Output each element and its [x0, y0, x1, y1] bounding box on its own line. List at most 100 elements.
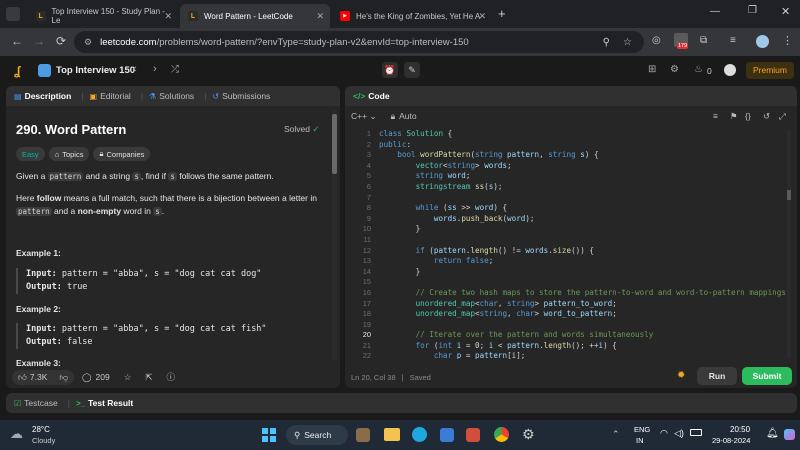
code-line[interactable]: [379, 235, 785, 246]
user-avatar[interactable]: [724, 64, 736, 76]
submit-button[interactable]: Submit: [742, 367, 792, 385]
tab-testcase[interactable]: ☑ Testcase: [14, 398, 58, 408]
code-line[interactable]: public:: [379, 140, 785, 151]
browser-tab-study-plan[interactable]: L Top Interview 150 - Study Plan - Le ✕: [28, 4, 178, 28]
address-bar[interactable]: ⚙ leetcode.com/problems/word-pattern/?en…: [74, 31, 644, 53]
minimize-window-button[interactable]: —: [710, 6, 720, 17]
tab-solutions[interactable]: ⚗ Solutions: [149, 91, 194, 101]
clock-time[interactable]: 20:50: [730, 425, 750, 434]
code-line[interactable]: if (pattern.length() != words.size()) {: [379, 246, 785, 257]
code-line[interactable]: for (int i = 0; i < pattern.length(); ++…: [379, 341, 785, 352]
debug-bug-icon[interactable]: ✹: [677, 370, 685, 381]
back-arrow-icon[interactable]: ←: [6, 34, 28, 48]
restore-window-button[interactable]: ❐: [748, 5, 757, 16]
premium-button[interactable]: Premium: [746, 62, 794, 79]
code-line[interactable]: [379, 193, 785, 204]
close-tab-icon[interactable]: ✕: [164, 11, 172, 22]
code-line[interactable]: words.push_back(word);: [379, 214, 785, 225]
taskbar-search[interactable]: ⚲ Search: [286, 425, 348, 445]
code-line[interactable]: string word;: [379, 171, 785, 182]
extension-incognito-icon[interactable]: ◎: [652, 35, 661, 46]
tab-editorial[interactable]: ▣ Editorial: [90, 91, 131, 101]
code-line[interactable]: while (ss >> word) {: [379, 203, 785, 214]
store-icon[interactable]: [440, 428, 454, 442]
browser-menu-icon[interactable]: ⋮: [782, 34, 793, 47]
shuffle-icon[interactable]: ⤮: [171, 64, 179, 75]
dislike-button[interactable]: 👎︎: [53, 369, 75, 385]
bookmark-star-icon[interactable]: ☆: [623, 37, 632, 48]
layout-grid-icon[interactable]: ⊞: [648, 64, 656, 75]
code-line[interactable]: }: [379, 267, 785, 278]
taskbar-app-icon[interactable]: [356, 428, 370, 442]
format-code-icon[interactable]: ≡: [713, 111, 718, 121]
code-content[interactable]: class Solution {public: bool wordPattern…: [371, 129, 785, 359]
companies-button[interactable]: 🔒︎ Companies: [93, 147, 151, 161]
chrome-icon[interactable]: [494, 427, 509, 442]
profile-avatar[interactable]: [756, 35, 769, 48]
wifi-icon[interactable]: ◠: [660, 428, 668, 439]
description-scrollbar[interactable]: [332, 110, 337, 360]
code-line[interactable]: unordered_map<char, string> pattern_to_w…: [379, 299, 785, 310]
browser-tab-youtube[interactable]: ▶ He's the King of Zombies, Yet He A ✕: [332, 4, 492, 28]
braces-icon[interactable]: {}: [745, 111, 751, 121]
browser-tab-word-pattern[interactable]: L Word Pattern - LeetCode ✕: [180, 4, 330, 28]
timer-button[interactable]: ⏰: [382, 62, 398, 78]
comments-button[interactable]: ◯ 209: [82, 372, 110, 383]
code-line[interactable]: char p = pattern[i];: [379, 351, 785, 359]
bookmark-icon[interactable]: ⚑: [730, 111, 738, 122]
settings-gear-icon[interactable]: ⚙: [522, 426, 535, 443]
leetcode-logo-icon[interactable]: ʆ: [14, 64, 20, 78]
notes-button[interactable]: ✎: [404, 62, 420, 78]
windows-start-icon[interactable]: [262, 428, 276, 442]
favorite-star-icon[interactable]: ☆: [124, 372, 132, 383]
input-language[interactable]: ENG: [634, 425, 650, 434]
close-tab-icon[interactable]: ✕: [478, 11, 486, 22]
fullscreen-icon[interactable]: ⤢: [779, 111, 786, 122]
auto-mode-label[interactable]: Auto: [399, 111, 417, 121]
settings-gear-icon[interactable]: ⚙: [670, 64, 679, 75]
copilot-icon[interactable]: [784, 429, 795, 440]
code-line[interactable]: // Create two hash maps to store the pat…: [379, 288, 785, 299]
reset-code-icon[interactable]: ↺: [763, 111, 770, 122]
editor-scrollbar[interactable]: [787, 130, 791, 358]
next-problem-icon[interactable]: ›: [153, 63, 157, 75]
code-line[interactable]: bool wordPattern(string pattern, string …: [379, 150, 785, 161]
notification-bell-icon[interactable]: 🔔︎: [766, 428, 779, 439]
show-hidden-icons-chevron[interactable]: ⌃: [612, 429, 620, 440]
weather-cloud-icon[interactable]: ☁: [10, 426, 23, 442]
volume-icon[interactable]: ◁): [674, 428, 684, 439]
new-tab-button[interactable]: +: [498, 6, 506, 21]
close-tab-icon[interactable]: ✕: [316, 11, 324, 22]
code-line[interactable]: stringstream ss(s);: [379, 182, 785, 193]
edge-browser-icon[interactable]: [412, 427, 427, 442]
study-plan-title[interactable]: Top Interview 150: [56, 65, 135, 76]
code-editor[interactable]: 1 2 3 4 5 6 7 8 9 10 11 12 13 14 15 16 17 18 19 20 21 22 clas…: [345, 129, 785, 359]
reload-icon[interactable]: ⟳: [50, 34, 72, 48]
media-controls-icon[interactable]: ≡: [730, 35, 736, 46]
share-icon[interactable]: ⇱: [145, 372, 152, 383]
taskbar-app-icon[interactable]: [466, 428, 480, 442]
prev-problem-icon[interactable]: ‹: [133, 63, 137, 75]
tab-test-result[interactable]: >_ Test Result: [76, 398, 133, 408]
run-button[interactable]: Run: [697, 367, 737, 385]
streak-fire-icon[interactable]: ♨: [694, 64, 703, 75]
like-button[interactable]: 👍︎ 7.3K: [12, 369, 54, 385]
code-line[interactable]: }: [379, 224, 785, 235]
code-line[interactable]: [379, 277, 785, 288]
code-line[interactable]: return false;: [379, 256, 785, 267]
forward-arrow-icon[interactable]: →: [28, 34, 50, 48]
close-window-button[interactable]: ✕: [781, 5, 790, 18]
tab-description[interactable]: ▤ Description: [14, 91, 71, 101]
code-line[interactable]: // Iterate over the pattern and words si…: [379, 330, 785, 341]
file-explorer-icon[interactable]: [384, 428, 400, 441]
tab-submissions[interactable]: ↺ Submissions: [212, 91, 270, 101]
code-line[interactable]: class Solution {: [379, 129, 785, 140]
tab-search-button[interactable]: [6, 7, 20, 21]
site-info-icon[interactable]: ⚙: [84, 37, 92, 48]
language-select[interactable]: C++ ⌄: [351, 111, 377, 122]
battery-icon[interactable]: [690, 429, 702, 436]
code-line[interactable]: unordered_map<string, char> word_to_patt…: [379, 309, 785, 320]
code-line[interactable]: vector<string> words;: [379, 161, 785, 172]
help-icon[interactable]: ⓘ: [166, 371, 175, 383]
code-line[interactable]: [379, 320, 785, 331]
